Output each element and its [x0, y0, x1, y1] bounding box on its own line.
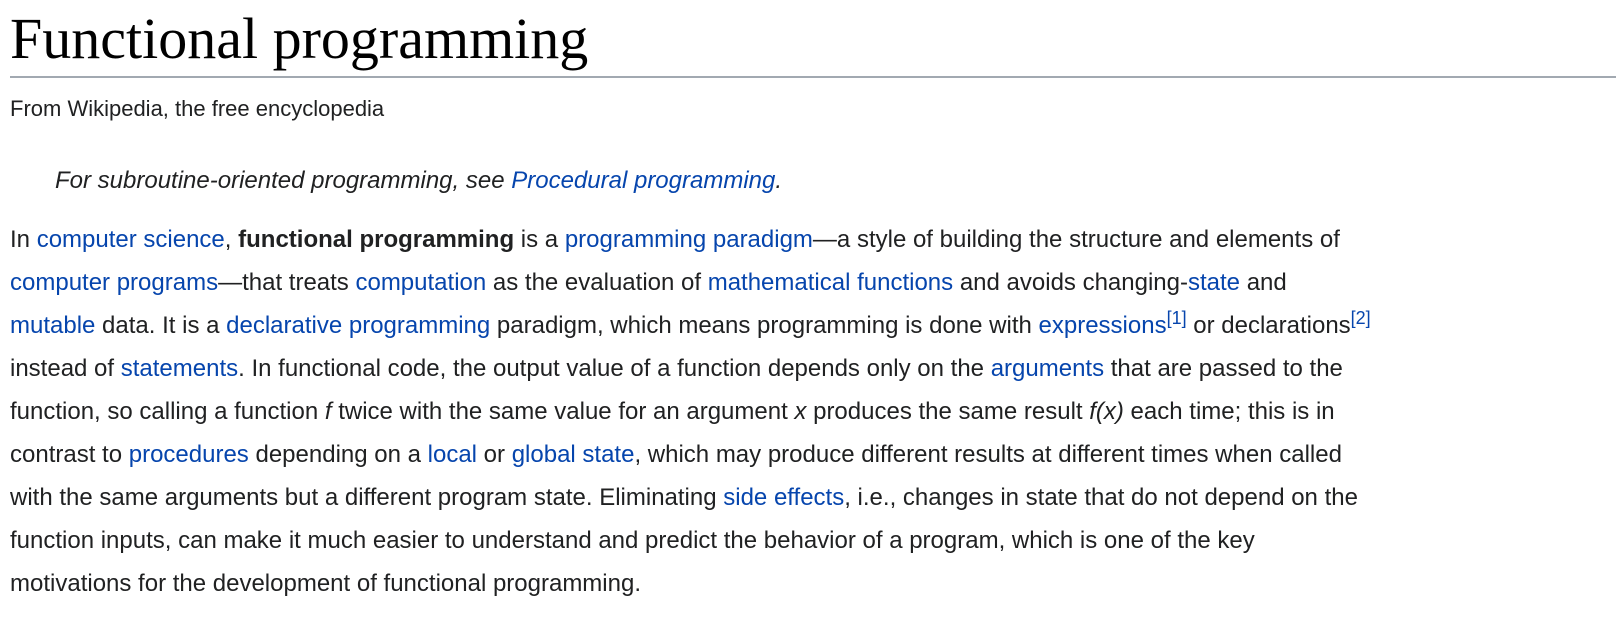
- lead-text: —a style of building the structure and e…: [812, 226, 1340, 253]
- lead-text: ,: [224, 226, 239, 253]
- lead-text: function, so calling a function: [10, 398, 325, 425]
- link-computer-science[interactable]: computer science: [37, 226, 225, 253]
- link-declarative-programming[interactable]: declarative programming: [226, 312, 490, 339]
- link-mutable[interactable]: mutable: [10, 312, 95, 339]
- lead-text: each time; this is in: [1123, 398, 1335, 425]
- lead-text: motivations for the development of funct…: [10, 570, 641, 597]
- lead-text: or declarations: [1186, 312, 1351, 339]
- lead-text: or: [477, 441, 512, 468]
- link-mathematical-functions[interactable]: mathematical functions: [708, 269, 953, 296]
- reference-2[interactable]: [2]: [1351, 308, 1371, 328]
- lead-text: produces the same result: [806, 398, 1090, 425]
- lead-line-2: computer programs—that treats computatio…: [10, 261, 1616, 304]
- lead-text: . In functional code, the output value o…: [238, 355, 991, 382]
- link-computation[interactable]: computation: [355, 269, 486, 296]
- reference-2-link[interactable]: [2]: [1351, 308, 1371, 328]
- bold-term-functional-programming: functional programming: [238, 226, 515, 253]
- lead-text: , which may produce different results at…: [634, 441, 1342, 468]
- lead-text: contrast to: [10, 441, 129, 468]
- hatnote: For subroutine-oriented programming, see…: [55, 164, 1616, 198]
- link-state[interactable]: state: [1188, 269, 1240, 296]
- link-global-state[interactable]: global state: [512, 441, 635, 468]
- lead-text: data. It is a: [95, 312, 227, 339]
- lead-text: and avoids changing-: [953, 269, 1188, 296]
- hatnote-suffix: .: [775, 167, 783, 194]
- reference-1-link[interactable]: [1]: [1167, 308, 1187, 328]
- page-title: Functional programming: [10, 0, 1616, 78]
- lead-text: with the same arguments but a different …: [10, 484, 724, 511]
- lead-text: is a: [514, 226, 565, 253]
- link-programming-paradigm[interactable]: programming paradigm: [565, 226, 813, 253]
- italic-f: f: [324, 398, 332, 425]
- lead-text: In: [10, 226, 37, 253]
- lead-text: that are passed to the: [1104, 355, 1343, 382]
- lead-text: depending on a: [248, 441, 428, 468]
- hatnote-text: For subroutine-oriented programming, see: [55, 167, 512, 194]
- lead-line-9: motivations for the development of funct…: [10, 562, 1616, 605]
- lead-line-5: function, so calling a function f twice …: [10, 390, 1616, 433]
- site-subtitle: From Wikipedia, the free encyclopedia: [10, 96, 385, 121]
- link-computer-programs[interactable]: computer programs: [10, 269, 218, 296]
- link-expressions[interactable]: expressions: [1039, 312, 1167, 339]
- lead-line-1: In computer science, functional programm…: [10, 218, 1616, 261]
- link-procedures[interactable]: procedures: [129, 441, 249, 468]
- reference-1[interactable]: [1]: [1167, 308, 1187, 328]
- lead-text: and: [1240, 269, 1287, 296]
- lead-paragraph: In computer science, functional programm…: [10, 218, 1616, 605]
- italic-x: x: [794, 398, 807, 425]
- lead-line-7: with the same arguments but a different …: [10, 476, 1616, 519]
- lead-text: function inputs, can make it much easier…: [10, 527, 1255, 554]
- lead-text: paradigm, which means programming is don…: [490, 312, 1039, 339]
- link-procedural-programming[interactable]: Procedural programming: [511, 167, 775, 194]
- lead-text: twice with the same value for an argumen…: [331, 398, 795, 425]
- lead-text: , i.e., changes in state that do not dep…: [844, 484, 1358, 511]
- lead-line-4: instead of statements. In functional cod…: [10, 347, 1616, 390]
- link-statements[interactable]: statements: [121, 355, 238, 382]
- lead-text: —that treats: [218, 269, 356, 296]
- article-content: Functional programming From Wikipedia, t…: [10, 0, 1616, 605]
- lead-text: as the evaluation of: [486, 269, 708, 296]
- link-local[interactable]: local: [428, 441, 477, 468]
- link-arguments[interactable]: arguments: [991, 355, 1104, 382]
- lead-line-3: mutable data. It is a declarative progra…: [10, 304, 1616, 347]
- lead-text: instead of: [10, 355, 121, 382]
- link-side-effects[interactable]: side effects: [723, 484, 844, 511]
- italic-fx: f(x): [1089, 398, 1124, 425]
- lead-line-6: contrast to procedures depending on a lo…: [10, 433, 1616, 476]
- lead-line-8: function inputs, can make it much easier…: [10, 519, 1616, 562]
